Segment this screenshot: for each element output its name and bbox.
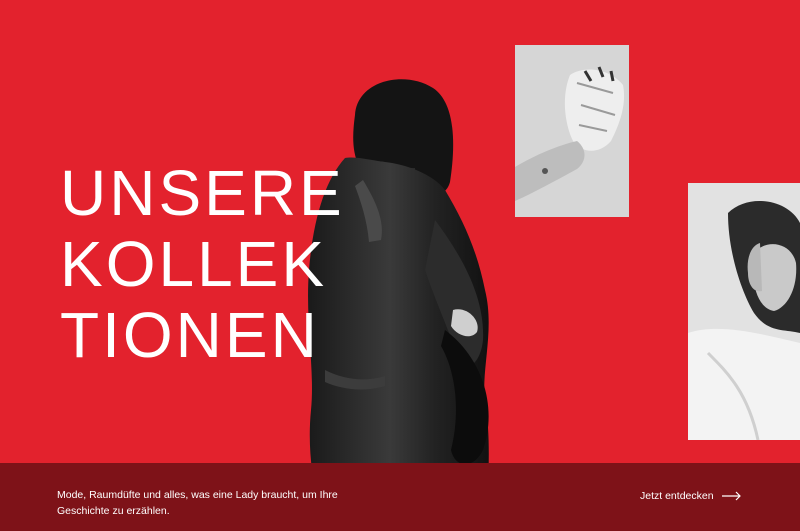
headline-line-3: TIONEN — [60, 299, 320, 371]
headline-line-1: UNSERE — [60, 157, 345, 229]
hand-photo — [515, 45, 629, 217]
hero-section: UNSERE KOLLEK TIONEN Mode, Raumdüfte und… — [0, 0, 800, 531]
arrow-right-icon — [721, 491, 742, 501]
headline-line-2: KOLLEK — [60, 228, 328, 300]
discover-now-label: Jetzt entdecken — [640, 490, 714, 502]
woman-photo — [688, 183, 800, 440]
discover-now-link[interactable]: Jetzt entdecken — [640, 488, 742, 504]
collection-headline: UNSERE KOLLEK TIONEN — [60, 158, 345, 371]
info-band: Mode, Raumdüfte und alles, was eine Lady… — [0, 463, 800, 531]
collection-description: Mode, Raumdüfte und alles, was eine Lady… — [57, 489, 338, 517]
